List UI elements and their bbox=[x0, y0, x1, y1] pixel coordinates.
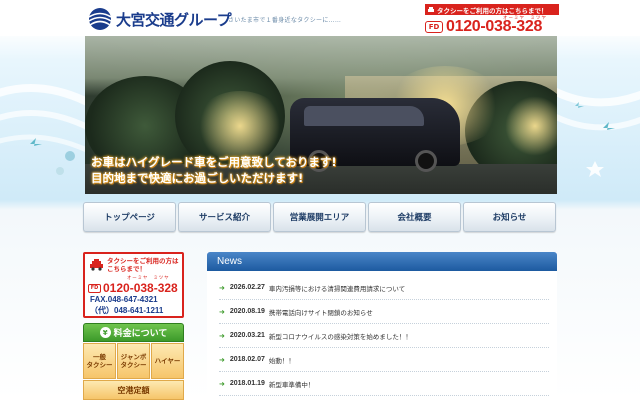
hero-caption: お車はハイグレード車をご用意致しております! 目的地まで快適にお過ごしいただけま… bbox=[91, 154, 337, 186]
fare-box: ¥ 料金について 一般 タクシー ジャンボ タクシー ハイヤー 空港定額 bbox=[83, 323, 184, 400]
hero-caption-line2: 目的地まで快適にお過ごしいただけます! bbox=[91, 171, 304, 185]
arrow-right-icon: ➜ bbox=[219, 283, 225, 292]
hero-banner: お車はハイグレード車をご用意致しております! 目的地まで快適にお過ごしいただけま… bbox=[85, 36, 557, 194]
sidebar-phone-row: FD 0120-038-328 bbox=[88, 281, 178, 295]
taxi-icon bbox=[90, 259, 103, 271]
fare-hire[interactable]: ハイヤー bbox=[151, 343, 184, 379]
arrow-right-icon: ➜ bbox=[219, 307, 225, 316]
yen-icon: ¥ bbox=[99, 327, 111, 338]
header-phone-box[interactable]: タクシーをご利用の方はこちらまで！ オーミヤ ミツヤ FD 0120-038-3… bbox=[425, 4, 559, 36]
free-dial-icon: FD bbox=[88, 283, 101, 293]
nav-item-news[interactable]: お知らせ bbox=[463, 202, 556, 232]
left-decoration bbox=[0, 36, 85, 206]
arrow-right-icon: ➜ bbox=[219, 331, 225, 340]
news-date: 2026.02.27 bbox=[229, 284, 265, 291]
news-list: ➜ 2026.02.27 車内汚損等における清掃関連費用請求について ➜ 202… bbox=[219, 276, 549, 396]
news-item[interactable]: ➜ 2020.08.19 携帯電話向けサイト閉鎖のお知らせ bbox=[219, 300, 549, 324]
nav-item-top[interactable]: トップページ bbox=[83, 202, 176, 232]
site-header: 大宮交通グループ さいたま市で１番身近なタクシーに…… タクシーをご利用の方はこ… bbox=[0, 0, 640, 36]
right-decoration bbox=[555, 36, 640, 206]
sidebar-fax: FAX.048-647-4321 bbox=[90, 295, 158, 304]
news-section: News ➜ 2026.02.27 車内汚損等における清掃関連費用請求について … bbox=[207, 252, 557, 400]
news-date: 2018.01.19 bbox=[229, 380, 265, 387]
fare-heading[interactable]: ¥ 料金について bbox=[83, 323, 184, 342]
sidebar-tel: （代）048-641-1211 bbox=[90, 306, 164, 315]
news-title: 携帯電話向けサイト閉鎖のお知らせ bbox=[268, 308, 373, 317]
sidebar-contact-title: タクシーをご利用の方はこちらまで！ bbox=[107, 257, 179, 273]
news-date: 2020.03.21 bbox=[229, 332, 265, 339]
phone-number: 0120-038-328 bbox=[446, 18, 543, 35]
news-date: 2020.08.19 bbox=[229, 308, 265, 315]
tagline: さいたま市で１番身近なタクシーに…… bbox=[228, 17, 342, 24]
news-item[interactable]: ➜ 2018.01.19 新型車準備中！ bbox=[219, 372, 549, 396]
news-title: 始動！！ bbox=[268, 356, 295, 365]
news-item[interactable]: ➜ 2018.02.07 始動！！ bbox=[219, 348, 549, 372]
nav-item-company[interactable]: 会社概要 bbox=[368, 202, 461, 232]
news-item[interactable]: ➜ 2020.03.21 新型コロナウイルスの感染対策を始めました！！ bbox=[219, 324, 549, 348]
news-title: 車内汚損等における清掃関連費用請求について bbox=[268, 284, 406, 293]
nav-item-area[interactable]: 営業展開エリア bbox=[273, 202, 366, 232]
taxi-icon bbox=[428, 7, 434, 12]
fare-airport[interactable]: 空港定額 bbox=[83, 380, 184, 400]
logo[interactable]: 大宮交通グループ bbox=[86, 6, 232, 32]
fare-heading-text: 料金について bbox=[113, 329, 168, 339]
globe-logo-icon bbox=[88, 8, 112, 30]
arrow-right-icon: ➜ bbox=[219, 355, 225, 364]
phone-note-text: タクシーをご利用の方はこちらまで！ bbox=[437, 6, 548, 15]
arrow-right-icon: ➜ bbox=[219, 379, 225, 388]
fare-jumbo-taxi[interactable]: ジャンボ タクシー bbox=[117, 343, 150, 379]
nav-item-services[interactable]: サービス紹介 bbox=[178, 202, 271, 232]
news-item[interactable]: ➜ 2026.02.27 車内汚損等における清掃関連費用請求について bbox=[219, 276, 549, 300]
phone-number-row: FD 0120-038-328 bbox=[425, 18, 542, 36]
sidebar-contact-box[interactable]: タクシーをご利用の方はこちらまで！ オーミヤ ミツヤ FD 0120-038-3… bbox=[83, 252, 184, 318]
fare-general-taxi[interactable]: 一般 タクシー bbox=[83, 343, 116, 379]
fare-grid: 一般 タクシー ジャンボ タクシー ハイヤー bbox=[83, 343, 184, 379]
news-heading: News bbox=[207, 252, 557, 271]
logo-text: 大宮交通グループ bbox=[116, 10, 232, 29]
news-title: 新型車準備中！ bbox=[268, 380, 315, 389]
sidebar-phone-number: 0120-038-328 bbox=[103, 281, 178, 295]
main-nav: トップページ サービス紹介 営業展開エリア 会社概要 お知らせ bbox=[83, 202, 558, 232]
hero-caption-line1: お車はハイグレード車をご用意致しております! bbox=[91, 155, 337, 169]
free-dial-icon: FD bbox=[425, 21, 443, 33]
phone-note: タクシーをご利用の方はこちらまで！ bbox=[425, 4, 559, 15]
news-title: 新型コロナウイルスの感染対策を始めました！！ bbox=[268, 332, 412, 341]
news-date: 2018.02.07 bbox=[229, 356, 265, 363]
